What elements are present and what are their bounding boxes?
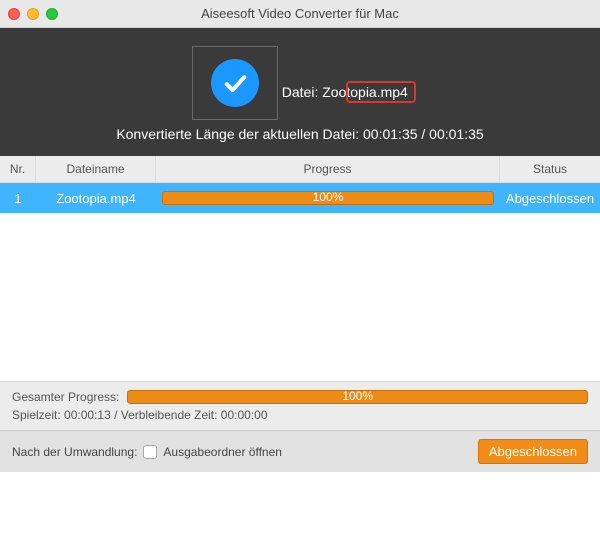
- overall-progress-bar: 100%: [127, 390, 588, 404]
- progress-bar: 100%: [162, 191, 494, 205]
- check-icon: [211, 59, 259, 107]
- file-prefix: Datei:: [282, 84, 322, 100]
- th-nr: Nr.: [0, 156, 36, 182]
- th-status: Status: [500, 156, 600, 182]
- minimize-icon[interactable]: [27, 8, 39, 20]
- close-icon[interactable]: [8, 8, 20, 20]
- table-header: Nr. Dateiname Progress Status: [0, 156, 600, 183]
- converted-length: Konvertierte Länge der aktuellen Datei: …: [0, 126, 600, 142]
- cell-nr: 1: [0, 191, 36, 206]
- highlight-box: [346, 81, 416, 103]
- table-row[interactable]: 1 Zootopia.mp4 100% Abgeschlossen: [0, 183, 600, 213]
- window-title: Aiseesoft Video Converter für Mac: [0, 6, 600, 21]
- cell-progress: 100%: [156, 191, 500, 205]
- empty-area: [0, 213, 600, 381]
- th-progress: Progress: [156, 156, 500, 182]
- overall-percent: 100%: [128, 389, 587, 403]
- open-folder-label: Ausgabeordner öffnen: [163, 445, 282, 459]
- th-name: Dateiname: [36, 156, 156, 182]
- bottom-bar: Nach der Umwandlung: Ausgabeordner öffne…: [0, 430, 600, 472]
- current-file-line: Datei: Zootopia.mp4: [282, 84, 408, 100]
- cell-status: Abgeschlossen: [500, 191, 600, 206]
- cell-name: Zootopia.mp4: [36, 191, 156, 206]
- overall-panel: Gesamter Progress: 100% Spielzeit: 00:00…: [0, 381, 600, 430]
- overall-label: Gesamter Progress:: [12, 390, 119, 404]
- done-button[interactable]: Abgeschlossen: [478, 439, 588, 464]
- status-panel: Datei: Zootopia.mp4 Konvertierte Länge d…: [0, 28, 600, 156]
- open-folder-checkbox[interactable]: [143, 445, 157, 459]
- after-label: Nach der Umwandlung:: [12, 445, 137, 459]
- zoom-icon[interactable]: [46, 8, 58, 20]
- time-line: Spielzeit: 00:00:13 / Verbleibende Zeit:…: [12, 408, 588, 422]
- window-controls: [8, 8, 58, 20]
- progress-percent: 100%: [163, 190, 493, 204]
- titlebar: Aiseesoft Video Converter für Mac: [0, 0, 600, 28]
- completion-badge: [192, 46, 278, 120]
